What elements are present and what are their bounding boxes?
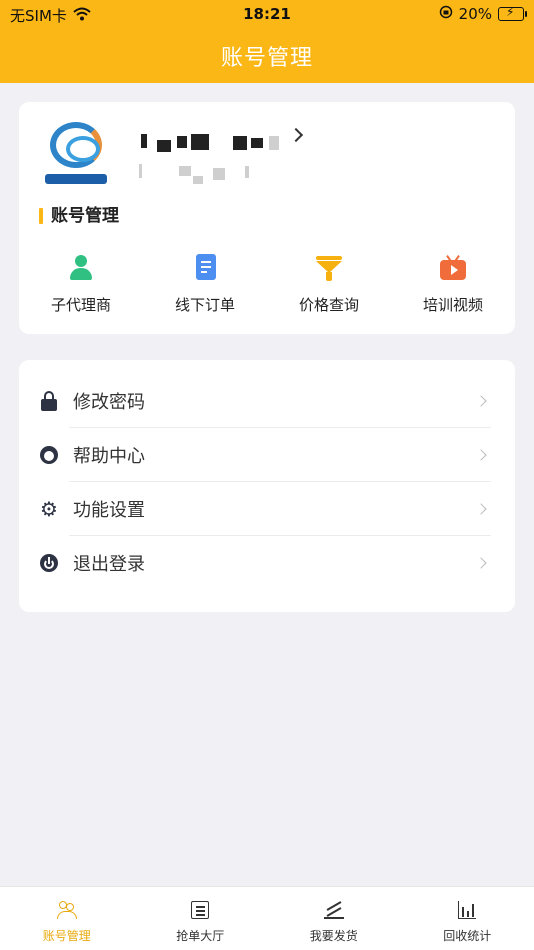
shortcut-price-query[interactable]: 价格查询 xyxy=(267,254,391,318)
logo-ring xyxy=(50,122,102,168)
shortcut-training-video[interactable]: 培训视频 xyxy=(391,254,515,318)
shortcut-label: 子代理商 xyxy=(50,296,111,314)
shortcut-grid: 子代理商 线下订单 价格查询 培训视频 xyxy=(19,254,515,318)
profile-card: 账号管理 子代理商 线下订单 价格查询 培训视频 xyxy=(19,102,515,334)
chevron-right-icon xyxy=(475,503,487,515)
tab-ship-goods[interactable]: 我要发货 xyxy=(267,887,401,950)
bottom-tab-bar: 账号管理 抢单大厅 我要发货 回收统计 xyxy=(0,886,534,950)
shortcut-label: 培训视频 xyxy=(422,296,483,314)
document-icon xyxy=(191,254,219,282)
tab-label: 抢单大厅 xyxy=(176,929,225,943)
tab-recycle-stats[interactable]: 回收统计 xyxy=(401,887,534,950)
tab-order-hall[interactable]: 抢单大厅 xyxy=(134,887,268,950)
menu-item-logout[interactable]: 退出登录 xyxy=(39,536,491,590)
menu-item-label: 修改密码 xyxy=(73,392,145,413)
status-bar: 无SIM卡 18:21 20% ⚡ xyxy=(0,0,534,28)
menu-item-label: 帮助中心 xyxy=(73,446,145,467)
video-icon xyxy=(439,254,467,282)
logo-banner xyxy=(45,174,107,184)
shortcut-sub-agent[interactable]: 子代理商 xyxy=(19,254,143,318)
tab-account-management[interactable]: 账号管理 xyxy=(0,887,134,950)
people-icon xyxy=(56,899,78,921)
chart-icon xyxy=(456,899,478,921)
user-icon xyxy=(67,254,95,282)
chevron-right-icon xyxy=(475,449,487,461)
tab-label: 我要发货 xyxy=(309,929,358,943)
shortcut-offline-orders[interactable]: 线下订单 xyxy=(143,254,267,318)
shortcut-label: 价格查询 xyxy=(298,296,359,314)
send-icon xyxy=(323,899,345,921)
profile-info-redacted[interactable] xyxy=(129,128,309,184)
menu-item-change-password[interactable]: 修改密码 xyxy=(39,374,491,428)
shortcut-label: 线下订单 xyxy=(174,296,235,314)
rotation-lock-icon xyxy=(439,5,453,23)
menu-item-function-settings[interactable]: ⚙ 功能设置 xyxy=(39,482,491,536)
chevron-right-icon xyxy=(475,557,487,569)
section-title: 账号管理 xyxy=(39,206,119,226)
funnel-icon xyxy=(315,254,343,282)
tab-label: 账号管理 xyxy=(42,929,91,943)
headset-icon xyxy=(39,445,59,465)
status-right: 20% ⚡ xyxy=(439,5,527,23)
power-icon xyxy=(39,553,59,573)
battery-icon: ⚡ xyxy=(498,5,527,21)
menu-item-label: 功能设置 xyxy=(73,500,145,521)
chevron-right-icon xyxy=(475,395,487,407)
battery-percent: 20% xyxy=(458,5,492,23)
page-title: 账号管理 xyxy=(220,46,313,71)
lock-icon xyxy=(39,391,59,411)
app-header: 无SIM卡 18:21 20% ⚡ 账号管理 xyxy=(0,0,534,83)
settings-menu-card: 修改密码 帮助中心 ⚙ 功能设置 退出登录 xyxy=(19,360,515,612)
avatar[interactable] xyxy=(45,122,107,190)
tab-label: 回收统计 xyxy=(443,929,492,943)
menu-item-help-center[interactable]: 帮助中心 xyxy=(39,428,491,482)
gear-icon: ⚙ xyxy=(40,497,58,521)
list-icon xyxy=(189,899,211,921)
menu-item-label: 退出登录 xyxy=(73,554,145,575)
